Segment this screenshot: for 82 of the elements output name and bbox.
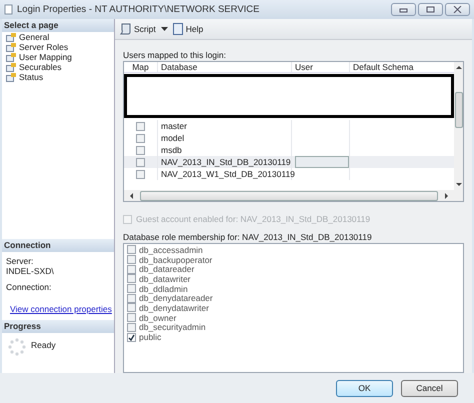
guest-label: Guest account enabled for: NAV_2013_IN_Std_DB_20130119 [136,214,370,224]
server-name: INDEL-SXD\ [6,266,55,276]
grid-row[interactable]: NAV_2013_W1_Std_DB_20130119 [124,168,454,180]
section-header: Connection [2,239,114,252]
grid-row[interactable]: NAV_2013_IN_Std_DB_20130119 [124,156,454,168]
role-label: db_backupoperator [139,254,212,265]
scroll-icon [120,23,132,35]
close-button[interactable] [445,3,470,16]
maximize-button[interactable] [418,3,443,16]
minimize-icon [399,6,408,12]
map-checkbox[interactable] [136,158,145,166]
users-label: Users mapped to this login: [123,50,227,60]
spinner-icon [8,338,26,356]
grid-row[interactable]: master [124,120,454,132]
page-icon [6,42,16,52]
page-icon [6,72,16,82]
minimize-button[interactable] [391,3,416,16]
scroll-left-icon [128,192,136,200]
progress-status: Ready [31,340,56,352]
vertical-scrollbar[interactable] [454,62,463,201]
role-checkbox[interactable] [127,245,136,254]
horizontal-scrollbar[interactable] [124,190,454,201]
help-button[interactable]: Help [172,22,204,36]
role-label: db_ddladmin [139,284,188,294]
role-label: public [139,332,162,342]
scroll-up-icon [454,64,462,72]
close-icon [453,6,462,13]
page-icon [6,52,16,62]
scroll-thumb[interactable] [454,92,462,128]
scroll-down-icon [454,180,462,188]
role-checkbox[interactable] [127,274,136,284]
user-input-field[interactable] [295,156,349,168]
window-icon [4,4,13,15]
page-icon [6,32,16,42]
grid-row[interactable]: model [124,132,454,144]
page-icon [6,62,16,72]
role-label: db_denydatareader [139,293,213,304]
table-cell: master [158,120,292,132]
sidebar-item[interactable]: Server Roles [2,42,114,52]
role-checkbox[interactable] [127,264,136,274]
column-header[interactable]: Database [158,62,292,72]
role-label: db_securityadmin [139,322,206,332]
column-header[interactable]: Map [124,62,158,72]
role-checkbox[interactable] [127,284,136,294]
maximize-icon [426,6,435,13]
column-header[interactable]: User [292,62,350,72]
roles-label: Database role membership for: NAV_2013_IN_Std_DB_20130119 [123,232,373,242]
table-cell: NAV_2013_W1_Std_DB_20130119 [158,168,292,180]
column-header[interactable]: Default Schema [350,62,454,72]
connection-label: Connection: [6,282,52,292]
map-checkbox[interactable] [136,122,145,130]
server-label: Server: [6,256,34,266]
role-checkbox[interactable] [127,294,136,303]
map-checkbox[interactable] [136,134,145,142]
role-label: db_datareader [139,264,194,274]
section-header: Progress [2,320,114,333]
sidebar-item[interactable]: Status [2,72,114,82]
role-label: db_denydatawriter [139,302,209,313]
role-label: db_datawriter [139,274,191,284]
dialog-button[interactable]: Cancel [401,380,458,396]
role-label: db_accessadmin [139,244,203,255]
script-button[interactable]: Script [119,22,157,36]
map-checkbox[interactable] [136,146,145,154]
help-icon [172,23,184,35]
sidebar-item[interactable]: General [2,32,114,42]
role-checkbox[interactable] [127,313,136,322]
map-checkbox[interactable] [136,170,145,178]
table-cell: model [158,132,292,144]
role-label: db_owner [139,312,176,323]
view-connection-properties-link[interactable]: View connection properties [10,304,112,314]
sidebar-item[interactable]: User Mapping [2,52,114,62]
dropdown-arrow-icon[interactable] [160,27,168,31]
table-cell: NAV_2013_IN_Std_DB_20130119 [158,156,292,168]
role-checkbox[interactable] [127,255,136,264]
section-header: Select a page [2,19,114,32]
role-checkbox[interactable] [127,322,136,332]
role-checkbox[interactable] [127,303,136,312]
dialog-button[interactable]: OK [336,380,393,396]
window-title: Login Properties - NT AUTHORITY\NETWORK SERVICE [17,4,260,15]
role-checkbox[interactable] [127,332,136,342]
sidebar-item[interactable]: Securables [2,62,114,72]
scroll-right-icon [442,192,450,200]
